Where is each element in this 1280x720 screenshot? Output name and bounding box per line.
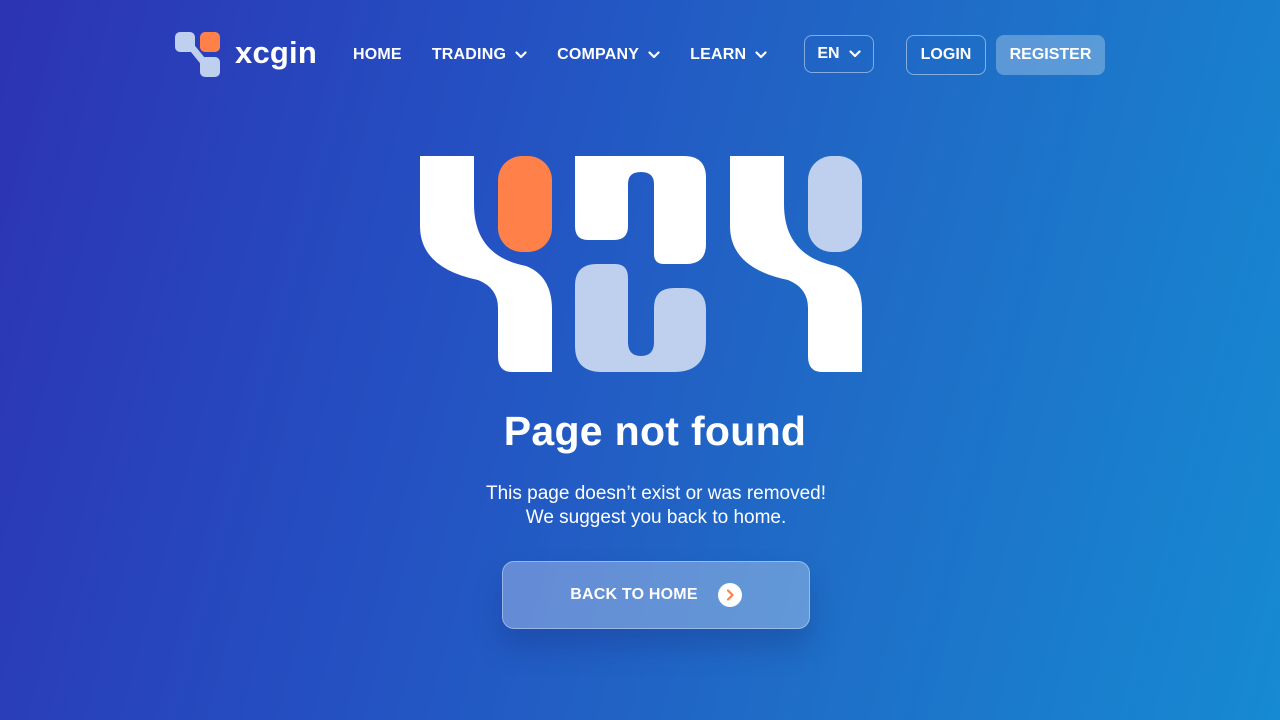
- digit-0-upper-shape: [575, 156, 706, 264]
- login-button[interactable]: LOGIN: [906, 35, 986, 75]
- chevron-down-icon: [515, 51, 527, 59]
- logo-icon: [175, 32, 220, 77]
- back-to-home-button[interactable]: BACK TO HOME: [502, 561, 810, 629]
- error-message: This page doesn’t exist or was removed! …: [0, 482, 1280, 530]
- login-label: LOGIN: [920, 46, 972, 63]
- chevron-down-icon: [849, 50, 861, 58]
- arrow-right-icon: [717, 583, 742, 607]
- register-button[interactable]: REGISTER: [996, 35, 1105, 75]
- language-label: EN: [817, 45, 840, 62]
- chevron-down-icon: [755, 51, 767, 59]
- language-selector[interactable]: EN: [804, 35, 874, 73]
- nav-item-label: LEARN: [690, 46, 747, 63]
- chevron-down-icon: [648, 51, 660, 59]
- main-nav: HOME TRADING COMPANY LEARN: [353, 42, 797, 68]
- error-message-line: We suggest you back to home.: [525, 507, 787, 528]
- page-title: Page not found: [503, 408, 807, 454]
- digit-4-right-accent: [808, 156, 862, 252]
- nav-item-company[interactable]: COMPANY: [557, 42, 660, 68]
- nav-item-trading[interactable]: TRADING: [432, 42, 527, 68]
- digit-4-left-accent: [498, 156, 552, 252]
- error-code-illustration: [420, 156, 862, 372]
- digit-0-lower-shape: [575, 264, 706, 372]
- nav-item-label: TRADING: [431, 46, 507, 63]
- register-label: REGISTER: [1009, 46, 1092, 63]
- logo[interactable]: xcgin: [175, 32, 317, 78]
- nav-item-label: HOME: [353, 46, 402, 63]
- brand-name: xcgin: [235, 34, 317, 70]
- nav-item-label: COMPANY: [557, 46, 640, 63]
- back-to-home-label: BACK TO HOME: [570, 586, 698, 603]
- header: xcgin HOME TRADING COMPANY LEARN EN LOGI…: [0, 0, 1280, 110]
- nav-item-home[interactable]: HOME: [353, 42, 402, 68]
- error-message-line: This page doesn’t exist or was removed!: [485, 483, 827, 504]
- nav-item-learn[interactable]: LEARN: [690, 42, 767, 68]
